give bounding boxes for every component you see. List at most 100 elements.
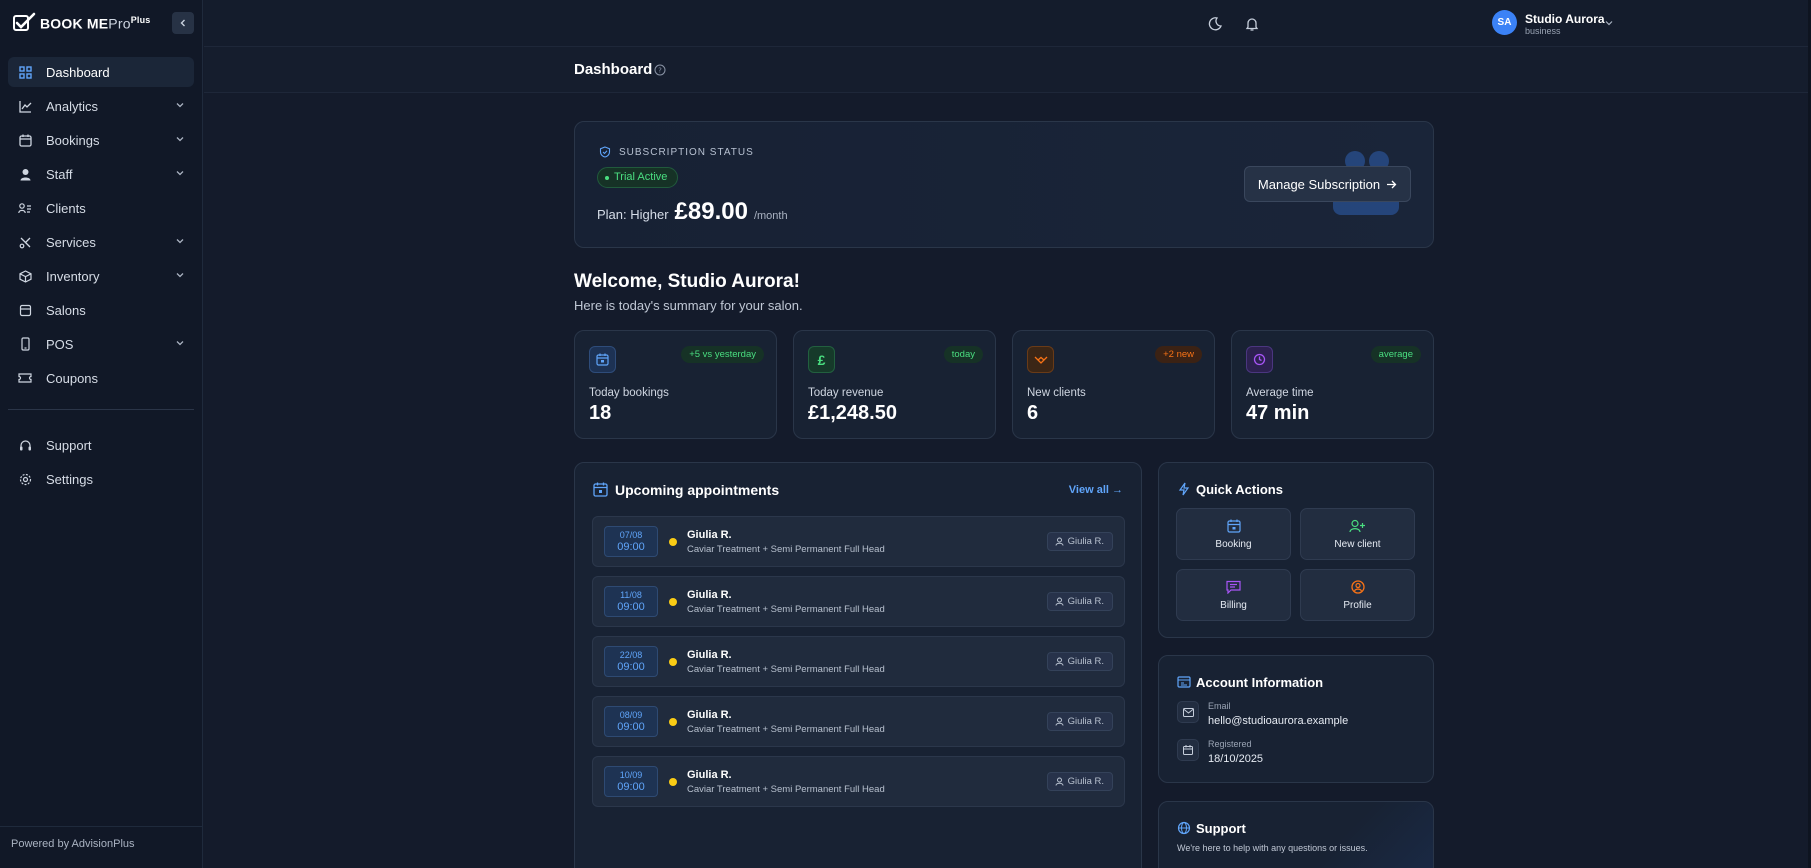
quick-action-label: New client [1334,538,1381,550]
status-dot [669,598,677,606]
quick-action-new-client[interactable]: New client [1300,508,1415,560]
user-icon [18,167,32,181]
shield-check-icon [599,146,611,158]
sidebar-item-label: Coupons [46,370,99,386]
stat-value: 6 [1027,402,1039,424]
stat-label: New clients [1027,387,1086,399]
user-name[interactable]: Studio Aurora [1525,12,1605,26]
stat-label: Today bookings [589,387,669,399]
appointment-day: 08/09 [619,710,643,720]
support-text: We're here to help with any questions or… [1177,843,1368,853]
view-all-link[interactable]: View all → [1069,484,1123,496]
quick-action-billing[interactable]: Billing [1176,569,1291,621]
stat-card-average-time: average Average time 47 min [1231,330,1434,439]
sidebar-item-services[interactable]: Services [8,227,194,257]
subscription-label-text: SUBSCRIPTION STATUS [619,146,754,158]
sidebar-item-label: POS [46,336,74,352]
chevron-down-icon [176,103,184,108]
appointment-date: 08/09 09:00 [604,706,658,737]
chevron-down-icon[interactable] [1604,18,1614,28]
avatar[interactable]: SA [1492,10,1517,35]
email-value: hello@studioaurora.example [1208,715,1349,727]
user-plus-icon [1349,519,1365,532]
manage-subscription-button[interactable]: Manage Subscription [1244,166,1411,202]
staff-chip: Giulia R. [1046,592,1113,611]
page-header-bar [204,47,1808,93]
sidebar-item-settings[interactable]: Settings [8,464,194,494]
staff-name: Giulia R. [1067,596,1104,607]
status-badge: Trial Active [597,167,679,188]
appointment-row[interactable]: 08/09 09:00 Giulia R. Caviar Treatment + … [592,696,1125,747]
appointment-row[interactable]: 22/08 09:00 Giulia R. Caviar Treatment + … [592,636,1125,687]
plan-line: Plan: Higher £89.00 /month [597,198,788,226]
sidebar-item-clients[interactable]: Clients [8,193,194,223]
contacts-icon [18,201,32,215]
headset-icon [18,438,32,452]
clock-icon [1246,346,1273,373]
support-card: Support We're here to help with any ques… [1158,801,1434,868]
upcoming-appointments-card: Upcoming appointments View all → 07/08 09… [574,462,1142,868]
staff-chip: Giulia R. [1046,652,1113,671]
user-icon [1055,657,1064,666]
sidebar-item-bookings[interactable]: Bookings [8,125,194,155]
appointment-time: 09:00 [617,781,645,793]
appointment-client: Giulia R. [687,589,732,601]
logo-check-icon [13,12,36,31]
sidebar-item-analytics[interactable]: Analytics [8,91,194,121]
appointment-row[interactable]: 10/09 09:00 Giulia R. Caviar Treatment + … [592,756,1125,807]
quick-action-label: Profile [1343,599,1372,611]
user-role: business [1525,26,1561,36]
sidebar-item-inventory[interactable]: Inventory [8,261,194,291]
store-icon [18,303,32,317]
logo-text: BOOK MEProPlus [40,14,151,32]
grid-icon [18,65,32,79]
welcome-title: Welcome, Studio Aurora! [574,271,800,292]
sidebar-item-staff[interactable]: Staff [8,159,194,189]
appointment-day: 11/08 [620,590,642,600]
appointment-date: 11/08 09:00 [604,586,658,617]
status-dot [669,658,677,666]
plan-label: Plan: Higher [597,207,669,222]
stat-card-revenue: £ today Today revenue £1,248.50 [793,330,996,439]
sidebar-item-pos[interactable]: POS [8,329,194,359]
globe-icon [1177,821,1191,835]
app-logo[interactable]: BOOK MEProPlus [12,12,151,34]
quick-action-profile[interactable]: Profile [1300,569,1415,621]
support-title: Support [1196,821,1246,836]
chevron-down-icon [176,171,184,176]
account-title: Account Information [1196,675,1324,690]
appointment-row[interactable]: 07/08 09:00 Giulia R. Caviar Treatment + … [592,516,1125,567]
moon-icon[interactable] [1207,16,1223,32]
sidebar-item-dashboard[interactable]: Dashboard [8,57,194,87]
powered-by-text: Powered by AdvisionPlus [11,838,135,850]
sidebar-item-label: Inventory [46,268,100,284]
top-bar: SA Studio Aurora business [204,0,1808,47]
sidebar-item-coupons[interactable]: Coupons [8,363,194,393]
email-label: Email [1208,701,1231,711]
sidebar-item-salons[interactable]: Salons [8,295,194,325]
sidebar-item-label: Support [46,437,92,453]
scissors-icon [18,235,32,249]
stat-card-clients: +2 new New clients 6 [1012,330,1215,439]
staff-name: Giulia R. [1067,716,1104,727]
status-dot [669,778,677,786]
ticket-icon [18,371,32,385]
chevron-down-icon [176,137,184,142]
calendar-icon [18,133,32,147]
stat-value: 18 [589,402,612,424]
staff-chip: Giulia R. [1046,532,1113,551]
quick-action-booking[interactable]: Booking [1176,508,1291,560]
help-icon[interactable]: ? [654,64,666,76]
stat-value: 47 min [1246,402,1310,424]
collapse-sidebar-button[interactable] [172,12,194,34]
chevron-left-icon [180,19,185,27]
sidebar-divider [8,409,194,410]
sidebar-item-support[interactable]: Support [8,430,194,460]
bell-icon[interactable] [1244,16,1260,32]
message-icon [1226,580,1241,594]
appointment-client: Giulia R. [687,769,732,781]
calendar-icon [589,346,616,373]
appointment-service: Caviar Treatment + Semi Permanent Full H… [687,604,885,615]
stat-badge: average [1370,346,1421,363]
appointment-row[interactable]: 11/08 09:00 Giulia R. Caviar Treatment + … [592,576,1125,627]
